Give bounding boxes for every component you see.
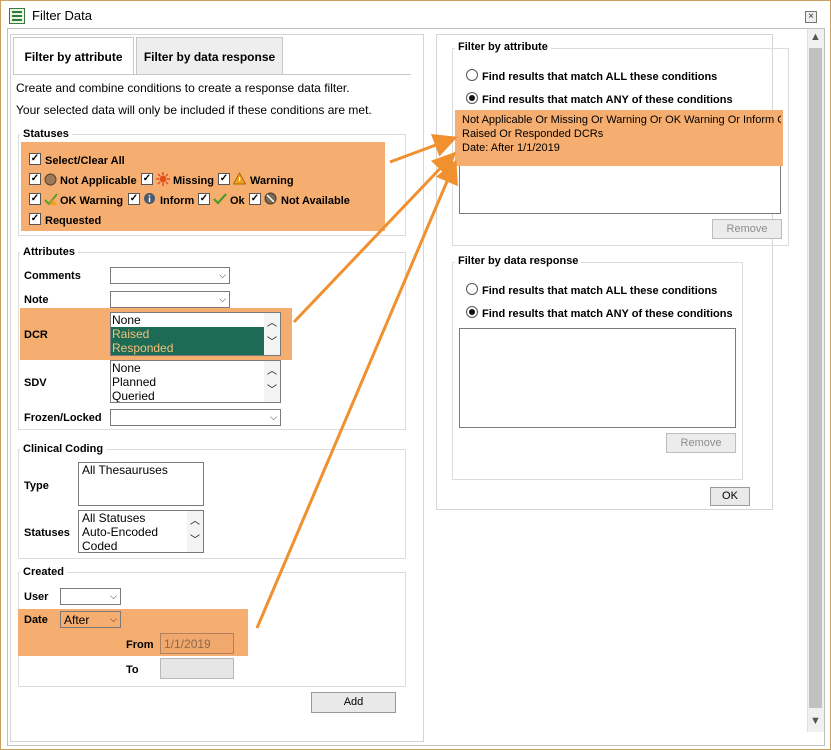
- arrow-statuses: [389, 134, 458, 164]
- arrow-dcr: [292, 151, 457, 324]
- annotation-arrows: [255, 134, 458, 629]
- arrow-date: [255, 159, 458, 629]
